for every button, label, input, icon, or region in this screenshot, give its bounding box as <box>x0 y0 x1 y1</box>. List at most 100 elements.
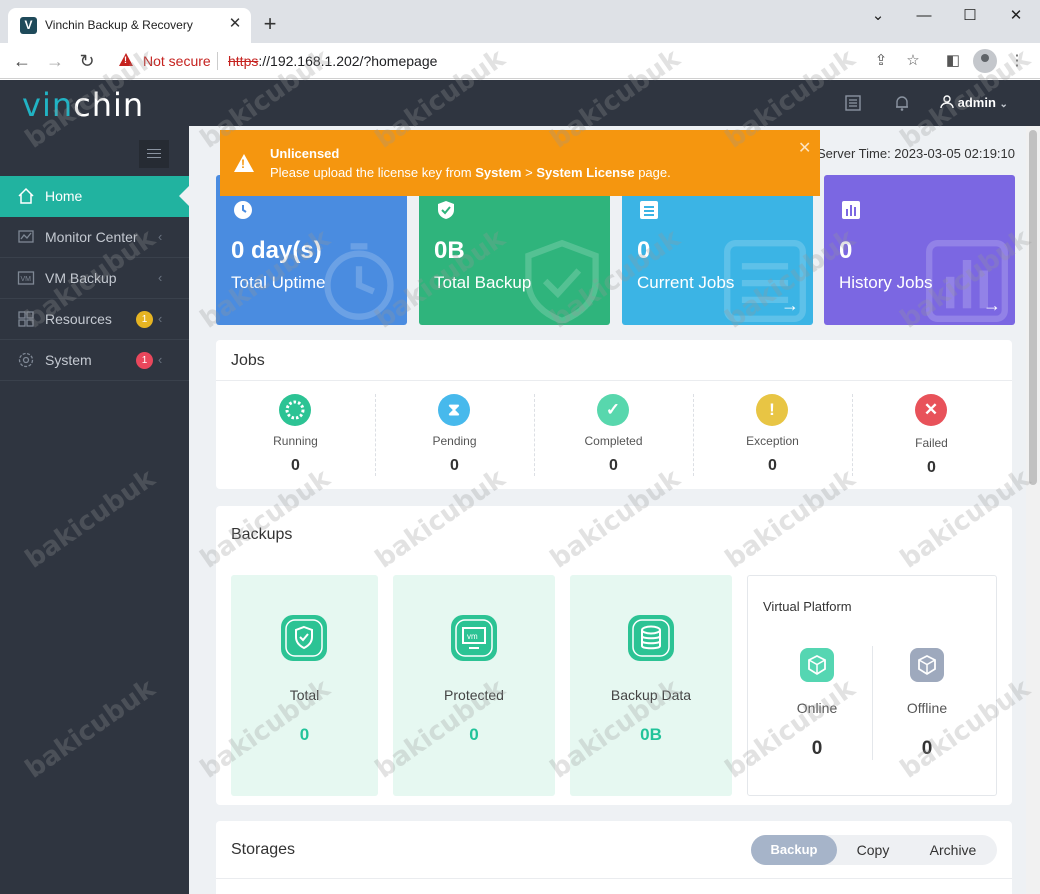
vinchin-logo[interactable]: vinchin <box>22 86 144 124</box>
url-host: ://192.168.1.202/?homepage <box>258 53 438 69</box>
share-icon[interactable]: ⇪ <box>870 50 892 72</box>
stat-value: 0 day(s) <box>231 237 322 264</box>
resources-badge: 1 <box>136 311 153 328</box>
banner-message: Please upload the license key from Syste… <box>270 165 671 180</box>
unlicensed-banner: ! Unlicensed Please upload the license k… <box>220 130 820 196</box>
vm-icon: VM <box>17 269 35 287</box>
job-completed[interactable]: ✓ Completed 0 <box>534 394 693 476</box>
offline-label: Offline <box>906 700 948 716</box>
job-failed[interactable]: ✕ Failed 0 <box>852 394 1011 476</box>
tab-close-icon[interactable]: ✕ <box>226 15 244 33</box>
job-count: 0 <box>768 457 777 474</box>
banner-close-icon[interactable]: ✕ <box>798 138 811 158</box>
home-icon <box>17 187 35 205</box>
stat-card-current-jobs[interactable]: 0 Current Jobs → <box>622 175 813 325</box>
sidebar-item-label: Home <box>45 188 83 204</box>
reload-icon[interactable]: ↻ <box>75 49 99 73</box>
backup-label: Total <box>289 687 320 703</box>
user-menu[interactable]: admin ⌄ <box>940 95 1008 110</box>
forward-icon[interactable]: → <box>43 49 67 73</box>
job-label: Exception <box>746 434 799 448</box>
system-badge: 1 <box>136 352 153 369</box>
bell-icon[interactable] <box>893 94 911 112</box>
stat-value: 0B <box>434 237 465 264</box>
user-icon <box>940 95 958 110</box>
job-running[interactable]: Running 0 <box>216 394 375 476</box>
backup-label: Protected <box>444 687 504 703</box>
arrow-right-icon[interactable]: → <box>781 295 799 316</box>
sidebar-item-resources[interactable]: Resources 1 ‹ <box>0 299 189 340</box>
backup-value: 0B <box>640 725 662 744</box>
minimize-icon[interactable]: — <box>901 4 947 28</box>
back-icon[interactable]: ← <box>10 49 34 73</box>
clock-icon <box>234 201 252 219</box>
browser-tab[interactable]: V Vinchin Backup & Recovery ✕ <box>8 8 251 43</box>
sidebar-item-vm-backup[interactable]: VM VM Backup ‹ <box>0 258 189 299</box>
monitor-icon <box>17 228 35 246</box>
tab-copy[interactable]: Copy <box>837 835 909 865</box>
profile-avatar-icon[interactable] <box>973 49 997 73</box>
stat-label: History Jobs <box>839 273 933 292</box>
cube-online-icon <box>800 648 834 682</box>
security-status[interactable]: Not secure <box>143 53 211 69</box>
x-icon: ✕ <box>915 394 947 426</box>
tab-archive[interactable]: Archive <box>909 835 997 865</box>
resources-icon <box>17 310 35 328</box>
database-icon <box>628 615 674 661</box>
backup-total[interactable]: Total 0 <box>231 575 378 796</box>
sidebar-item-label: System <box>45 352 92 368</box>
virtual-platform-panel: Virtual Platform Online 0 Offline 0 <box>747 575 997 796</box>
menu-toggle-icon[interactable] <box>139 140 169 168</box>
sidebar-item-label: Resources <box>45 311 112 327</box>
task-list-icon[interactable] <box>844 94 862 112</box>
stat-label: Total Uptime <box>231 273 326 292</box>
side-panel-icon[interactable]: ◧ <box>942 50 964 72</box>
stat-label: Total Backup <box>434 273 532 292</box>
browser-menu-icon[interactable]: ⋮ <box>1006 50 1028 72</box>
new-tab-icon[interactable]: + <box>258 12 282 36</box>
job-pending[interactable]: ⧗ Pending 0 <box>375 394 534 476</box>
backups-title: Backups <box>231 526 293 543</box>
app-header: vinchin admin ⌄ <box>0 80 1040 126</box>
page-scrollbar[interactable] <box>1026 126 1040 894</box>
svg-text:VM: VM <box>21 276 32 283</box>
spinner-icon <box>279 394 311 426</box>
backup-data[interactable]: Backup Data 0B <box>570 575 732 796</box>
vm-protected-icon: vm <box>451 615 497 661</box>
job-exception[interactable]: ! Exception 0 <box>693 394 852 476</box>
not-secure-warning-icon[interactable]: ! <box>119 53 133 66</box>
tab-title: Vinchin Backup & Recovery <box>45 18 193 32</box>
stat-card-history-jobs[interactable]: 0 History Jobs → <box>824 175 1015 325</box>
banner-title: Unlicensed <box>270 146 340 161</box>
sidebar-item-monitor-center[interactable]: Monitor Center ‹ <box>0 217 189 258</box>
backup-protected[interactable]: vm Protected 0 <box>393 575 555 796</box>
jobs-title: Jobs <box>231 352 265 369</box>
backups-card: Backups Total 0 vm Protected 0 Backup Da… <box>216 506 1012 805</box>
gear-icon <box>17 351 35 369</box>
storages-card: Storages Backup Copy Archive <box>216 821 1012 894</box>
chevron-left-icon: ‹ <box>158 311 163 326</box>
tab-search-icon[interactable]: ⌄ <box>855 4 901 28</box>
chevron-down-icon: ⌄ <box>999 99 1008 110</box>
tab-backup[interactable]: Backup <box>751 835 837 865</box>
warning-icon: ! <box>234 154 254 172</box>
scrollbar-thumb[interactable] <box>1029 130 1037 485</box>
stat-label: Current Jobs <box>637 273 735 292</box>
maximize-icon[interactable]: ☐ <box>947 4 993 28</box>
backup-label: Backup Data <box>610 687 692 703</box>
shield-icon <box>438 201 454 219</box>
window-close-icon[interactable]: ✕ <box>993 4 1039 28</box>
sidebar-item-home[interactable]: Home <box>0 176 189 217</box>
chevron-left-icon: ‹ <box>158 270 163 285</box>
backup-value: 0 <box>469 725 479 744</box>
shield-check-icon <box>281 615 327 661</box>
arrow-right-icon[interactable]: → <box>983 295 1001 316</box>
main-content: Server Time: 2023-03-05 02:19:10 ! Unlic… <box>189 126 1026 894</box>
sidebar-item-system[interactable]: System 1 ‹ <box>0 340 189 381</box>
address-bar: ← → ↻ ! Not secure https://192.168.1.202… <box>0 43 1040 79</box>
url-field[interactable]: https://192.168.1.202/?homepage <box>228 53 437 69</box>
job-count: 0 <box>450 457 459 474</box>
favicon-icon: V <box>20 17 37 34</box>
browser-tab-strip: V Vinchin Backup & Recovery ✕ + ⌄ — ☐ ✕ <box>0 0 1040 43</box>
bookmark-star-icon[interactable]: ☆ <box>902 50 924 72</box>
